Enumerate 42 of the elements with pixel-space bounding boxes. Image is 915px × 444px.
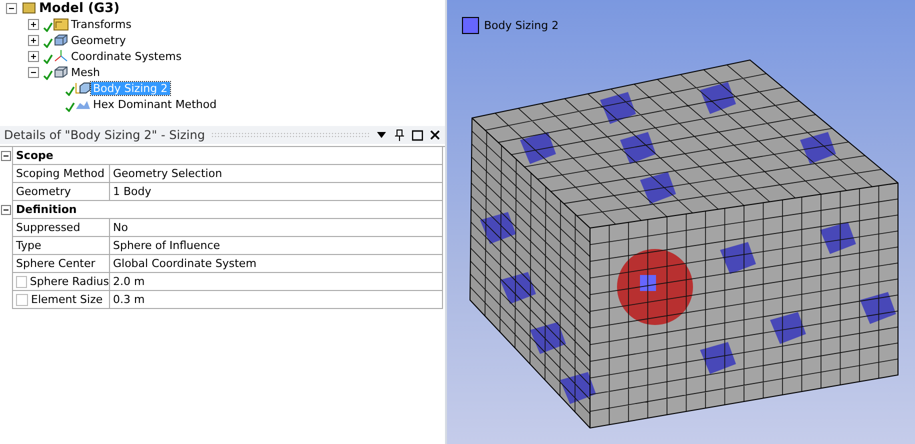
collapse-icon[interactable]: [1, 151, 11, 161]
axes-icon: [53, 49, 69, 63]
property-label: Geometry: [12, 183, 110, 201]
collapse-icon[interactable]: [28, 66, 39, 78]
property-value[interactable]: Geometry Selection: [110, 165, 443, 183]
property-value[interactable]: No: [110, 219, 443, 237]
sizing-icon: [75, 81, 91, 95]
folder-icon: [53, 17, 69, 31]
collapse-icon[interactable]: [6, 2, 17, 14]
property-label: Sphere Center: [12, 255, 110, 273]
tree-item[interactable]: Transforms: [69, 18, 134, 30]
maximize-icon[interactable]: [411, 129, 423, 141]
tree-item[interactable]: Hex Dominant Method: [91, 98, 219, 110]
model-icon: [21, 1, 37, 15]
pin-icon[interactable]: [393, 129, 405, 141]
tree-item[interactable]: Geometry: [69, 34, 128, 46]
section-heading: Definition: [12, 201, 443, 219]
close-icon[interactable]: [429, 129, 441, 141]
parameter-checkbox[interactable]: [16, 276, 27, 288]
property-value[interactable]: 2.0 m: [110, 273, 443, 291]
expand-icon[interactable]: [28, 50, 39, 62]
parameter-checkbox[interactable]: [16, 294, 28, 306]
section-heading: Scope: [12, 147, 443, 165]
expand-icon[interactable]: [28, 18, 39, 30]
property-label: Suppressed: [12, 219, 110, 237]
property-value[interactable]: 1 Body: [110, 183, 443, 201]
tree-item[interactable]: Model (G3): [37, 0, 122, 16]
tree-item[interactable]: Coordinate Systems: [69, 50, 184, 62]
legend-label: Body Sizing 2: [484, 19, 559, 32]
property-value[interactable]: Global Coordinate System: [110, 255, 443, 273]
expand-icon[interactable]: [28, 34, 39, 46]
property-label: Element Size: [31, 293, 103, 306]
property-label: Scoping Method: [12, 165, 110, 183]
property-value[interactable]: 0.3 m: [110, 291, 443, 309]
box-icon: [53, 65, 69, 79]
panel-title: Details of "Body Sizing 2" - Sizing: [4, 128, 205, 142]
box-icon: [53, 33, 69, 47]
property-label: Sphere Radius: [30, 275, 109, 288]
property-value[interactable]: Sphere of Influence: [110, 237, 443, 255]
property-label: Type: [12, 237, 110, 255]
tree-item[interactable]: Mesh: [69, 66, 102, 78]
collapse-icon[interactable]: [1, 205, 11, 215]
